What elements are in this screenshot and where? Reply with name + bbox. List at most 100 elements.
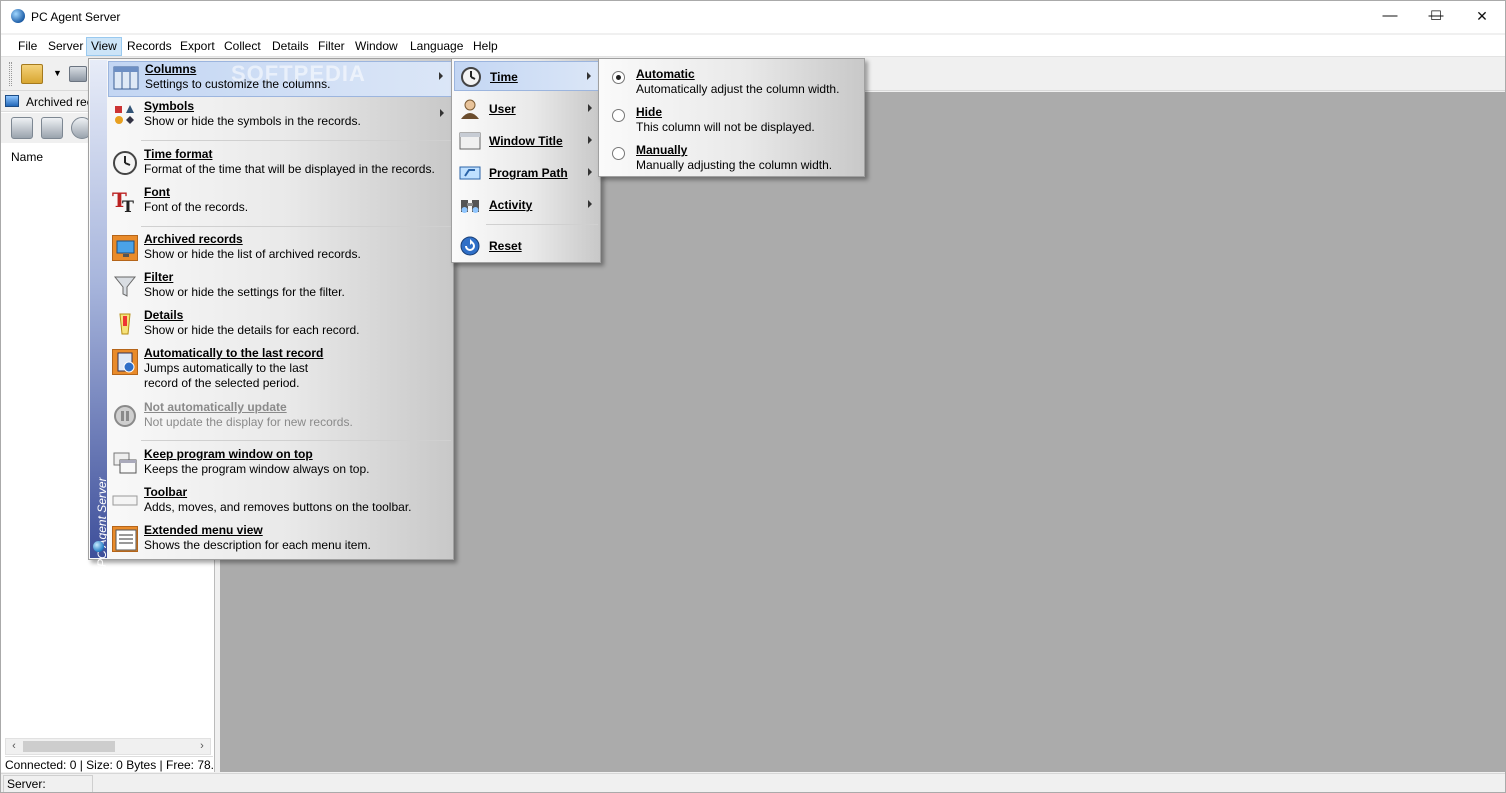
radio-hide[interactable] (612, 109, 625, 122)
folder-icon[interactable] (21, 64, 43, 84)
column-item-reset[interactable]: Reset (454, 231, 600, 261)
item-title: Toolbar (144, 485, 188, 499)
archive-icon[interactable] (41, 117, 63, 139)
item-title: Font (144, 185, 170, 199)
window-title: PC Agent Server (31, 10, 121, 24)
item-desc-line2: record of the selected period. (144, 376, 300, 390)
dropdown-arrow-icon[interactable]: ▼ (53, 68, 62, 78)
camera-icon[interactable] (69, 66, 87, 82)
monitor-icon (112, 235, 138, 261)
item-title: Activity (489, 198, 533, 212)
item-title: Automatic (636, 67, 695, 81)
view-item-not-auto-update[interactable]: Not automatically update Not update the … (108, 400, 452, 436)
app-globe-icon (11, 9, 25, 23)
option-hide[interactable]: Hide This column will not be displayed. (601, 99, 863, 135)
maximize-button[interactable]: ☐ (1413, 1, 1459, 33)
radio-automatic[interactable] (612, 71, 625, 84)
menu-view[interactable]: View (86, 37, 122, 56)
item-desc: This column will not be displayed. (636, 120, 815, 134)
item-desc: Show or hide the list of archived record… (144, 247, 361, 261)
menu-bar: File Server View Records Export Collect … (1, 35, 1505, 57)
menu-side-strip: PC Agent Server (90, 60, 109, 567)
toolbar-grip[interactable] (9, 62, 12, 86)
item-title: Time (490, 70, 518, 84)
window-icon (459, 130, 481, 152)
funnel-icon (112, 273, 138, 299)
view-item-archived-records[interactable]: Archived records Show or hide the list o… (108, 232, 452, 268)
extended-menu-icon (112, 526, 138, 552)
item-title: Filter (144, 270, 174, 284)
column-item-user[interactable]: User (454, 94, 600, 124)
menu-separator (141, 440, 451, 441)
item-title: Reset (489, 239, 522, 253)
menu-window[interactable]: Window (351, 37, 402, 56)
column-header-name[interactable]: Name (11, 150, 43, 164)
menu-filter[interactable]: Filter (314, 37, 349, 56)
item-title: Columns (145, 62, 197, 76)
activity-icon (459, 194, 481, 216)
menu-export[interactable]: Export (176, 37, 219, 56)
option-automatic[interactable]: Automatic Automatically adjust the colum… (601, 61, 863, 97)
menu-details[interactable]: Details (268, 37, 313, 56)
menu-collect[interactable]: Collect (220, 37, 265, 56)
menu-help[interactable]: Help (469, 37, 502, 56)
globe-icon (93, 541, 104, 552)
status-bar: Server: Running (1, 773, 1505, 792)
column-item-time[interactable]: Time (454, 61, 600, 91)
item-title: Not automatically update (144, 400, 287, 414)
close-button[interactable]: ✕ (1459, 1, 1505, 33)
menu-server[interactable]: Server (44, 37, 87, 56)
menu-separator (486, 224, 598, 225)
column-item-activity[interactable]: Activity (454, 190, 600, 220)
program-path-icon (459, 162, 481, 184)
menu-records[interactable]: Records (123, 37, 176, 56)
view-item-toolbar[interactable]: Toolbar Adds, moves, and removes buttons… (108, 485, 452, 521)
view-item-symbols[interactable]: Symbols Show or hide the symbols in the … (108, 99, 452, 135)
view-item-details[interactable]: Details Show or hide the details for eac… (108, 308, 452, 344)
item-title: Extended menu view (144, 523, 263, 537)
columns-submenu: Time User Window Title Program Path Acti… (451, 58, 601, 263)
submenu-arrow-icon (588, 136, 592, 144)
view-item-filter[interactable]: Filter Show or hide the settings for the… (108, 270, 452, 306)
item-title: User (489, 102, 516, 116)
computer-icon[interactable] (11, 117, 33, 139)
scroll-left-icon[interactable]: ‹ (6, 739, 22, 754)
view-item-extended-menu[interactable]: Extended menu view Shows the description… (108, 523, 452, 559)
item-desc: Keeps the program window always on top. (144, 462, 370, 476)
font-icon: TT (112, 188, 138, 216)
menu-separator (141, 226, 451, 227)
option-manually[interactable]: Manually Manually adjusting the column w… (601, 137, 863, 173)
submenu-arrow-icon (440, 109, 444, 117)
submenu-arrow-icon (588, 200, 592, 208)
horizontal-scrollbar[interactable]: ‹ › (5, 738, 211, 755)
title-bar: PC Agent Server — (1, 1, 1505, 33)
item-title: Manually (636, 143, 688, 157)
menu-file[interactable]: File (14, 37, 41, 56)
menu-separator (141, 140, 451, 141)
menu-language[interactable]: Language (406, 37, 467, 56)
item-desc: Show or hide the settings for the filter… (144, 285, 345, 299)
radio-manually[interactable] (612, 147, 625, 160)
columns-icon (113, 65, 139, 91)
watermark: SOFTPEDIA (231, 61, 366, 86)
minimize-button[interactable]: — (1367, 1, 1413, 33)
view-item-keep-on-top[interactable]: Keep program window on top Keeps the pro… (108, 447, 452, 483)
item-desc: Shows the description for each menu item… (144, 538, 371, 552)
view-item-font[interactable]: TT Font Font of the records. (108, 185, 452, 221)
view-item-time-format[interactable]: Time format Format of the time that will… (108, 147, 452, 183)
clock-icon (460, 66, 482, 88)
view-item-auto-last-record[interactable]: Automatically to the last record Jumps a… (108, 346, 452, 398)
column-item-window-title[interactable]: Window Title (454, 126, 600, 156)
submenu-arrow-icon (439, 72, 443, 80)
item-desc: Format of the time that will be displaye… (144, 162, 435, 176)
view-menu: PC Agent Server Columns Settings to cust… (88, 58, 454, 567)
autoscroll-icon (112, 349, 138, 375)
item-title: Details (144, 308, 184, 322)
column-item-program-path[interactable]: Program Path (454, 158, 600, 188)
item-title: Keep program window on top (144, 447, 313, 461)
item-desc: Adds, moves, and removes buttons on the … (144, 500, 412, 514)
scroll-right-icon[interactable]: › (194, 739, 210, 754)
scroll-thumb[interactable] (23, 741, 115, 752)
item-title: Hide (636, 105, 663, 119)
windows-stack-icon (112, 450, 138, 476)
